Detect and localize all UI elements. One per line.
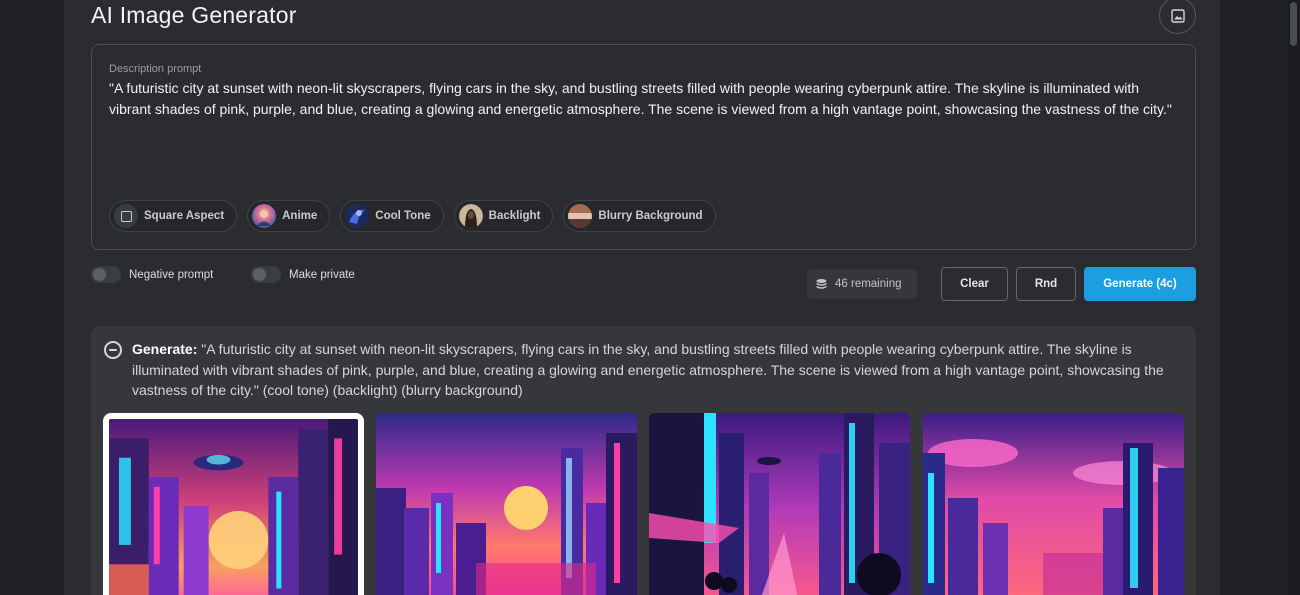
- chip-blurry-background[interactable]: Blurry Background: [563, 200, 716, 232]
- credits-remaining-text: 46 remaining: [835, 278, 902, 290]
- generated-image-3[interactable]: [649, 413, 910, 595]
- city-image-2: [376, 413, 637, 595]
- generated-image-2[interactable]: [376, 413, 637, 595]
- chip-label: Cool Tone: [375, 210, 431, 222]
- backlight-thumb-icon: [458, 204, 483, 228]
- negative-prompt-label: Negative prompt: [129, 268, 214, 281]
- chip-backlight[interactable]: Backlight: [453, 200, 554, 232]
- chip-label: Anime: [282, 210, 318, 222]
- generated-image-4[interactable]: [923, 413, 1184, 595]
- result-prompt: Generate: "A futuristic city at sunset w…: [132, 339, 1182, 401]
- chip-anime[interactable]: Anime: [247, 200, 331, 232]
- city-image-4: [923, 413, 1184, 595]
- prompt-textarea[interactable]: "A futuristic city at sunset with neon-l…: [109, 78, 1174, 119]
- square-icon: [114, 204, 138, 228]
- generate-button[interactable]: Generate (4c): [1084, 267, 1196, 301]
- blurry-thumb-icon: [568, 204, 593, 228]
- generated-image-1[interactable]: [103, 413, 364, 595]
- chip-label: Square Aspect: [144, 210, 225, 222]
- make-private-toggle[interactable]: [251, 266, 281, 283]
- anime-thumb-icon: [252, 204, 277, 228]
- result-prompt-text: "A futuristic city at sunset with neon-l…: [132, 341, 1164, 398]
- coins-stack-icon: [816, 278, 827, 289]
- chip-label: Backlight: [488, 210, 541, 222]
- chip-label: Blurry Background: [598, 210, 703, 222]
- negative-prompt-option[interactable]: Negative prompt: [91, 266, 213, 283]
- prompt-label: Description prompt: [109, 63, 202, 75]
- result-heading: Generate:: [132, 341, 198, 357]
- scrollbar-track[interactable]: [1287, 0, 1300, 595]
- clear-button[interactable]: Clear: [941, 267, 1008, 301]
- prompt-box[interactable]: Description prompt "A futuristic city at…: [91, 44, 1196, 250]
- cool-tone-thumb-icon: [345, 204, 370, 228]
- random-button[interactable]: Rnd: [1016, 267, 1076, 301]
- credits-remaining: 46 remaining: [807, 269, 917, 299]
- chip-square-aspect[interactable]: Square Aspect: [109, 200, 238, 232]
- make-private-label: Make private: [289, 268, 355, 281]
- page-title: AI Image Generator: [91, 2, 297, 28]
- style-chips: Square Aspect Anime Cool Tone Backlight …: [109, 200, 716, 232]
- negative-prompt-toggle[interactable]: [91, 266, 121, 283]
- make-private-option[interactable]: Make private: [251, 266, 355, 283]
- chip-cool-tone[interactable]: Cool Tone: [340, 200, 444, 232]
- image-icon: [1170, 8, 1185, 23]
- minus-circle-icon[interactable]: [104, 341, 122, 359]
- city-image-1: [109, 419, 358, 595]
- city-image-3: [649, 413, 910, 595]
- scrollbar-thumb[interactable]: [1290, 2, 1297, 46]
